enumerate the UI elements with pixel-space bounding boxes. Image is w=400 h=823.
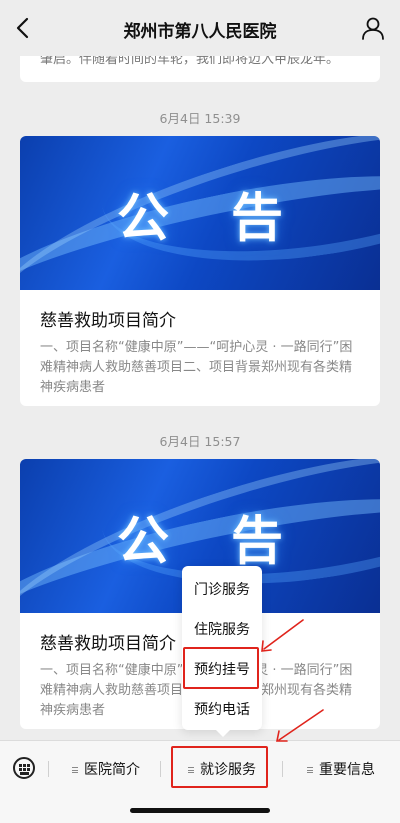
highlight-box-appointment <box>183 647 259 689</box>
home-indicator <box>130 808 270 813</box>
highlight-box-service-tab <box>171 746 268 788</box>
annotation-arrows <box>261 619 324 742</box>
